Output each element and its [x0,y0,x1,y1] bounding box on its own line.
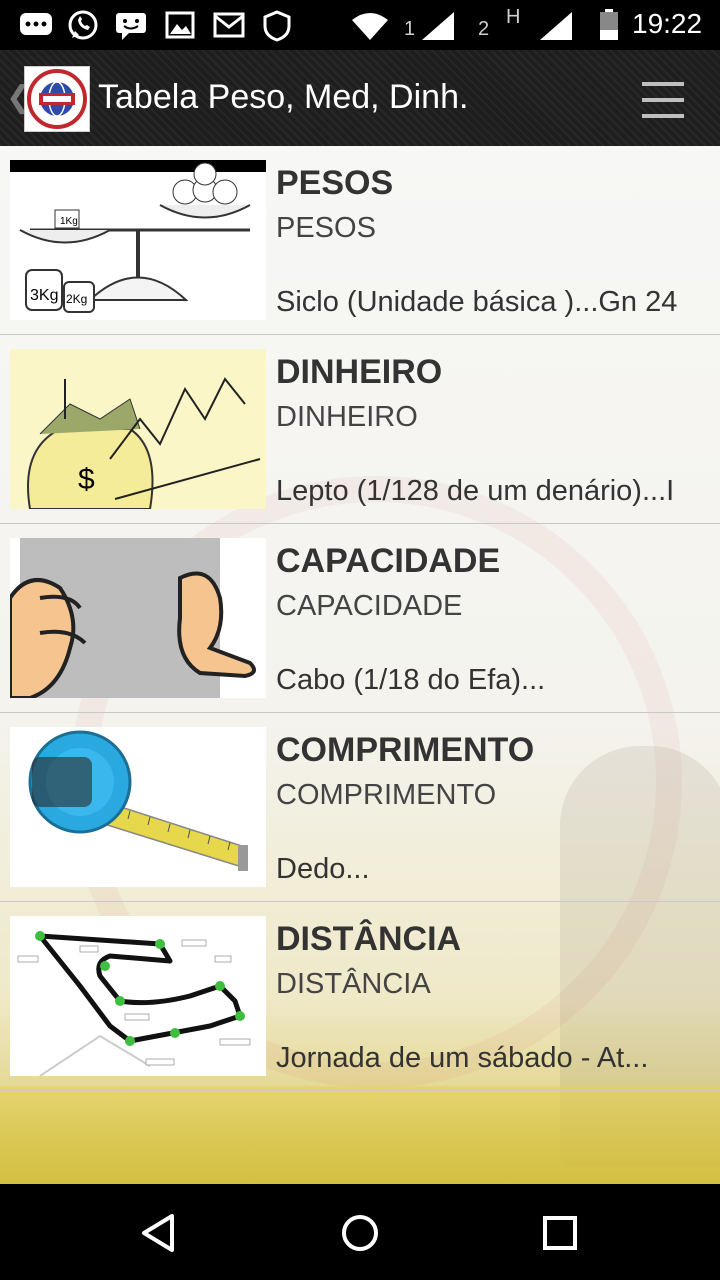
clock: 19:22 [632,8,703,39]
list-item-title: COMPRIMENTO [276,731,535,769]
list-item-subtitle: PESOS [276,212,376,244]
battery-icon [600,9,618,40]
list-item-title: DISTÂNCIA [276,920,462,958]
list-item[interactable]: COMPRIMENTO COMPRIMENTO Dedo... [0,713,720,902]
mail-icon [213,12,245,38]
recents-square-icon[interactable] [535,1208,585,1258]
list-item-subtitle: DINHEIRO [276,401,418,433]
globe-logo-icon [27,69,87,129]
list-item[interactable]: CAPACIDADE CAPACIDADE Cabo (1/18 do Efa)… [0,524,720,713]
chat-icon [116,13,146,40]
svg-text:1Kg: 1Kg [60,216,78,227]
list-item-description: Dedo... [276,853,370,885]
sim1-label: 1 [404,18,416,40]
tape-measure-image [10,727,266,887]
list-item-subtitle: DISTÂNCIA [276,968,431,1000]
svg-text:3Kg: 3Kg [30,287,58,304]
list-item-description: Siclo (Unidade básica )...Gn 24 [276,286,678,318]
list-item[interactable]: 1Kg 3Kg 2Kg PESOS PESOS Siclo (Unidade b… [0,146,720,335]
signal-icon [422,12,454,40]
race-track-map-image [10,916,266,1076]
network-type-label: H [506,6,521,28]
app-logo[interactable] [24,66,90,132]
gallery-icon [165,11,195,39]
list-item[interactable]: DISTÂNCIA DISTÂNCIA Jornada de um sábado… [0,902,720,1091]
list-container: 1Kg 3Kg 2Kg PESOS PESOS Siclo (Unidade b… [0,146,720,1184]
home-circle-icon[interactable] [335,1208,385,1258]
watermark-field [0,1086,720,1184]
page-title: Tabela Peso, Med, Dinh. [98,78,469,116]
list-item-subtitle: CAPACIDADE [276,590,463,622]
status-bar: 1 2 H 19:22 [0,0,720,50]
svg-text:2Kg: 2Kg [66,292,87,306]
back-triangle-icon[interactable] [136,1208,186,1258]
list-item-title: PESOS [276,164,394,202]
list-item-title: CAPACIDADE [276,542,501,580]
shield-icon [263,10,291,42]
list-item-description: Lepto (1/128 de um denário)...I [276,475,675,507]
svg-text:$: $ [78,463,95,496]
list-item-description: Cabo (1/18 do Efa)... [276,664,546,696]
list-item-description: Jornada de um sábado - At... [276,1042,649,1074]
balance-scale-image: 1Kg 3Kg 2Kg [10,160,266,320]
whatsapp-icon [68,10,98,40]
list-item-subtitle: COMPRIMENTO [276,779,497,811]
list-item-title: DINHEIRO [276,353,443,391]
menu-icon[interactable] [640,80,686,120]
action-bar: ❮ Tabela Peso, Med, Dinh. [0,50,720,146]
signal-icon [540,12,572,40]
wifi-icon [352,13,388,40]
hand-gesture-image [10,538,266,698]
sim2-label: 2 [478,18,490,40]
money-bag-chart-image: $ [10,349,266,509]
messages-icon [20,13,52,35]
list-item[interactable]: $ DINHEIRO DINHEIRO Lepto (1/128 de um d… [0,335,720,524]
navigation-bar [0,1184,720,1280]
